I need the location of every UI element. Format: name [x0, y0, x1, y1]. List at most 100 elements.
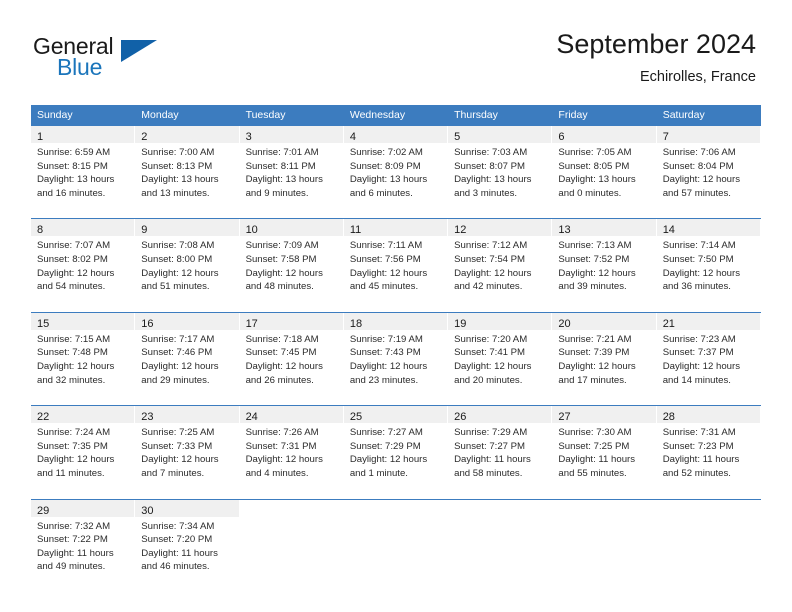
sunset-text: Sunset: 8:15 PM [37, 160, 108, 172]
day-details: Sunrise: 7:29 AM Sunset: 7:27 PM Dayligh… [448, 423, 551, 484]
day-number-band [448, 499, 552, 517]
day-number-band: 14 [656, 219, 760, 237]
daylight-text-line1: Daylight: 12 hours [37, 360, 115, 372]
day-cell[interactable]: 1 Sunrise: 6:59 AM Sunset: 8:15 PM Dayli… [31, 126, 136, 205]
calendar-page: General Blue September 2024 Echirolles, … [0, 0, 792, 612]
daylight-text-line1: Daylight: 12 hours [245, 360, 323, 372]
day-number-band: 15 [31, 312, 135, 330]
sunset-text: Sunset: 8:00 PM [141, 253, 213, 265]
weekday-header-friday: Friday [558, 109, 588, 121]
day-cell[interactable]: 9 Sunrise: 7:08 AM Sunset: 8:00 PM Dayli… [135, 219, 240, 298]
sunrise-text: Sunrise: 7:34 AM [141, 520, 215, 532]
sunset-text: Sunset: 7:50 PM [662, 253, 734, 265]
day-cell[interactable]: 22 Sunrise: 7:24 AM Sunset: 7:35 PM Dayl… [31, 406, 136, 485]
day-cell[interactable]: 2 Sunrise: 7:00 AM Sunset: 8:13 PM Dayli… [135, 126, 240, 205]
sunset-text: Sunset: 7:39 PM [558, 347, 630, 359]
day-cell[interactable]: 6 Sunrise: 7:05 AM Sunset: 8:05 PM Dayli… [552, 126, 657, 205]
day-cell[interactable]: 26 Sunrise: 7:29 AM Sunset: 7:27 PM Dayl… [448, 406, 553, 485]
day-number-band: 27 [552, 406, 656, 424]
sunset-text: Sunset: 7:22 PM [37, 534, 108, 546]
day-cell[interactable]: 8 Sunrise: 7:07 AM Sunset: 8:02 PM Dayli… [31, 219, 136, 298]
day-details: Sunrise: 7:05 AM Sunset: 8:05 PM Dayligh… [552, 143, 655, 204]
daylight-text-line2: and 39 minutes. [558, 281, 627, 293]
day-cell[interactable]: 20 Sunrise: 7:21 AM Sunset: 7:39 PM Dayl… [552, 312, 657, 392]
day-cell[interactable]: 10 Sunrise: 7:09 AM Sunset: 7:58 PM Dayl… [239, 219, 344, 298]
daylight-text-line1: Daylight: 12 hours [349, 360, 428, 372]
week-row: 15 Sunrise: 7:15 AM Sunset: 7:48 PM Dayl… [31, 311, 761, 392]
sunset-text: Sunset: 8:04 PM [662, 160, 734, 172]
daylight-text-line2: and 52 minutes. [662, 467, 731, 479]
day-number: 22 [37, 411, 50, 424]
day-cell[interactable]: 14 Sunrise: 7:14 AM Sunset: 7:50 PM Dayl… [656, 219, 761, 298]
day-cell[interactable]: 7 Sunrise: 7:06 AM Sunset: 8:04 PM Dayli… [656, 126, 761, 205]
day-number: 2 [141, 131, 148, 143]
day-cell[interactable]: 11 Sunrise: 7:11 AM Sunset: 7:56 PM Dayl… [343, 219, 449, 298]
day-number: 23 [141, 411, 154, 424]
weekday-header-monday: Monday [141, 109, 179, 121]
title-block: September 2024 Echirolles, France [556, 28, 756, 87]
sunset-text: Sunset: 7:48 PM [37, 347, 108, 359]
day-cell-empty [343, 499, 449, 578]
day-cell[interactable]: 16 Sunrise: 7:17 AM Sunset: 7:46 PM Dayl… [135, 312, 240, 392]
day-number-band: 6 [552, 126, 656, 143]
day-number: 28 [662, 411, 675, 424]
sunset-text: Sunset: 8:02 PM [37, 253, 108, 265]
day-number-band: 26 [448, 406, 552, 424]
day-number-band [656, 499, 760, 517]
day-number-band: 24 [239, 406, 343, 424]
daylight-text-line1: Daylight: 12 hours [141, 454, 219, 466]
day-cell[interactable]: 27 Sunrise: 7:30 AM Sunset: 7:25 PM Dayl… [552, 406, 657, 485]
weekday-header-saturday: Saturday [662, 109, 705, 121]
weekday-header-tuesday: Tuesday [245, 109, 286, 121]
day-cell-empty [448, 499, 553, 578]
day-number: 11 [349, 224, 362, 237]
day-number: 17 [245, 317, 258, 330]
day-cell[interactable]: 23 Sunrise: 7:25 AM Sunset: 7:33 PM Dayl… [135, 406, 240, 485]
daylight-text-line1: Daylight: 12 hours [349, 454, 428, 466]
day-number-band: 11 [343, 219, 448, 237]
day-number: 21 [662, 317, 675, 330]
day-number: 20 [558, 317, 571, 330]
general-blue-logo[interactable]: General Blue [33, 33, 263, 83]
week-spacer [31, 391, 761, 406]
day-details: Sunrise: 7:24 AM Sunset: 7:35 PM Dayligh… [31, 423, 134, 484]
week-spacer [31, 484, 761, 499]
sunrise-text: Sunrise: 7:03 AM [454, 147, 528, 158]
day-cell[interactable]: 5 Sunrise: 7:03 AM Sunset: 8:07 PM Dayli… [448, 126, 553, 205]
day-number-band: 4 [343, 126, 448, 143]
sunrise-text: Sunrise: 7:01 AM [245, 147, 319, 158]
day-cell[interactable]: 3 Sunrise: 7:01 AM Sunset: 8:11 PM Dayli… [239, 126, 344, 205]
daylight-text-line1: Daylight: 12 hours [349, 267, 428, 279]
daylight-text-line1: Daylight: 12 hours [141, 267, 219, 279]
day-cell[interactable]: 30 Sunrise: 7:34 AM Sunset: 7:20 PM Dayl… [135, 499, 240, 578]
day-number-band: 12 [448, 219, 552, 237]
sunrise-text: Sunrise: 7:15 AM [37, 333, 111, 345]
day-details: Sunrise: 7:27 AM Sunset: 7:29 PM Dayligh… [344, 423, 447, 484]
day-cell[interactable]: 17 Sunrise: 7:18 AM Sunset: 7:45 PM Dayl… [239, 312, 344, 392]
day-cell[interactable]: 12 Sunrise: 7:12 AM Sunset: 7:54 PM Dayl… [448, 219, 553, 298]
day-cell[interactable]: 21 Sunrise: 7:23 AM Sunset: 7:37 PM Dayl… [656, 312, 761, 392]
day-cell[interactable]: 28 Sunrise: 7:31 AM Sunset: 7:23 PM Dayl… [656, 406, 761, 485]
day-cell[interactable]: 4 Sunrise: 7:02 AM Sunset: 8:09 PM Dayli… [343, 126, 449, 205]
day-cell[interactable]: 19 Sunrise: 7:20 AM Sunset: 7:41 PM Dayl… [448, 312, 553, 392]
sunset-text: Sunset: 7:46 PM [141, 347, 213, 359]
day-details: Sunrise: 7:32 AM Sunset: 7:22 PM Dayligh… [31, 517, 134, 578]
day-cell[interactable]: 18 Sunrise: 7:19 AM Sunset: 7:43 PM Dayl… [343, 312, 449, 392]
sunset-text: Sunset: 8:11 PM [245, 160, 316, 172]
day-details: Sunrise: 7:20 AM Sunset: 7:41 PM Dayligh… [448, 330, 551, 391]
day-details: Sunrise: 7:17 AM Sunset: 7:46 PM Dayligh… [135, 330, 238, 391]
day-cell[interactable]: 25 Sunrise: 7:27 AM Sunset: 7:29 PM Dayl… [343, 406, 449, 485]
daylight-text-line2: and 42 minutes. [454, 281, 523, 293]
sunset-text: Sunset: 7:52 PM [558, 253, 630, 265]
daylight-text-line2: and 11 minutes. [37, 467, 105, 479]
sunrise-text: Sunrise: 7:14 AM [662, 240, 736, 252]
daylight-text-line2: and 16 minutes. [37, 187, 106, 199]
sunset-text: Sunset: 7:23 PM [662, 440, 734, 452]
day-number: 10 [245, 224, 258, 237]
day-cell[interactable]: 24 Sunrise: 7:26 AM Sunset: 7:31 PM Dayl… [239, 406, 344, 485]
day-cell[interactable]: 15 Sunrise: 7:15 AM Sunset: 7:48 PM Dayl… [31, 312, 136, 392]
sunset-text: Sunset: 7:41 PM [454, 347, 526, 359]
day-cell[interactable]: 29 Sunrise: 7:32 AM Sunset: 7:22 PM Dayl… [31, 499, 136, 578]
day-cell[interactable]: 13 Sunrise: 7:13 AM Sunset: 7:52 PM Dayl… [552, 219, 657, 298]
daylight-text-line2: and 55 minutes. [558, 467, 627, 479]
